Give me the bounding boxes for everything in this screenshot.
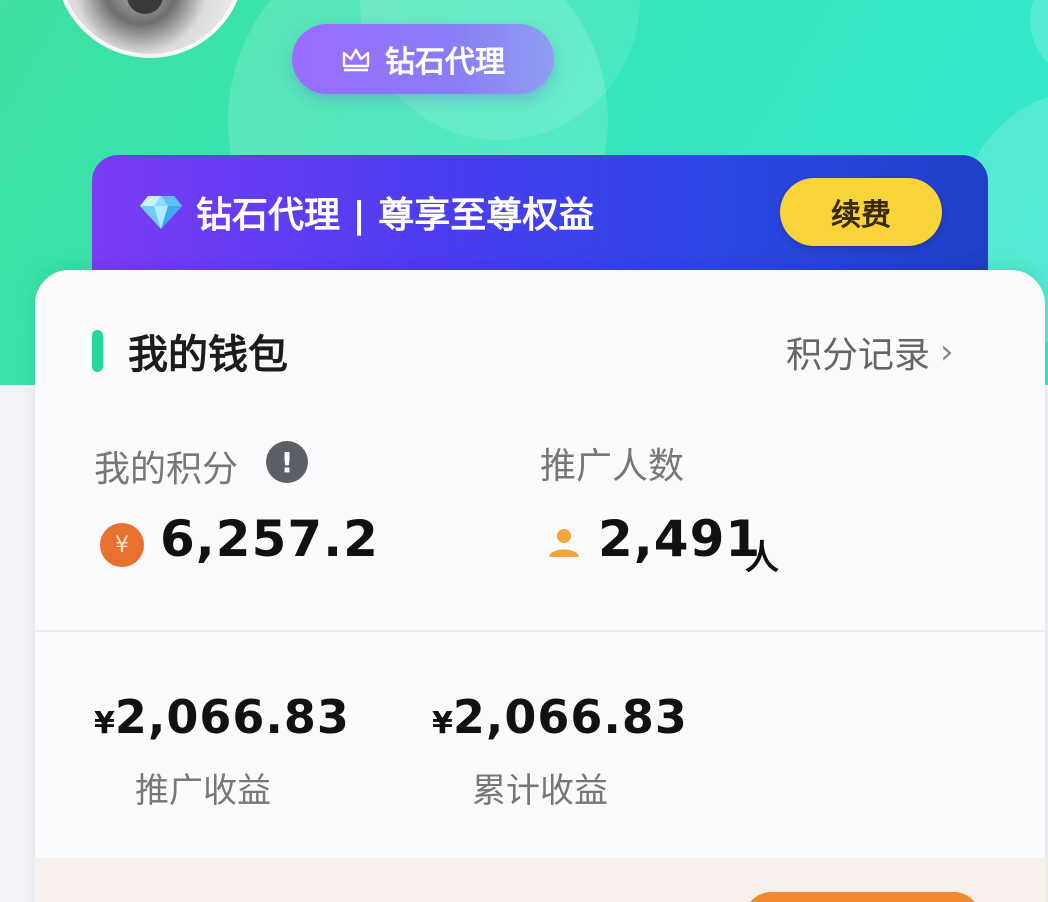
level-badge[interactable]: 钻石代理 [292, 24, 554, 94]
vip-banner-title-row: 钻石代理 | 尊享至尊权益 [138, 185, 594, 239]
next-section-button[interactable] [745, 892, 980, 902]
coin-symbol: ¥ [115, 532, 129, 558]
level-badge-label: 钻石代理 [385, 45, 505, 80]
wallet-title: 我的钱包 [128, 332, 288, 378]
referrals-unit: 人 [745, 538, 779, 578]
decor-bubble [1030, 0, 1048, 80]
renew-button[interactable]: 续费 [780, 178, 942, 246]
vip-banner-title: 钻石代理 | 尊享至尊权益 [196, 195, 595, 236]
chevron-right-icon: › [940, 332, 954, 372]
total-earnings-label: 累计收益 [472, 771, 608, 811]
currency-symbol: ¥ [432, 706, 453, 741]
coin-icon: ¥ [100, 523, 144, 567]
info-icon[interactable]: ! [266, 441, 308, 483]
divider [35, 630, 1045, 632]
section-accent-bar [92, 330, 103, 372]
referrals-label: 推广人数 [540, 446, 685, 487]
points-record-link[interactable]: 积分记录 › [786, 326, 954, 378]
person-icon [549, 529, 579, 557]
avatar-photo-detail [127, 0, 163, 14]
total-earnings-value: 2,066.83 [452, 690, 688, 744]
promo-earnings-value: 2,066.83 [114, 690, 350, 744]
referrals-value: 2,491 [598, 510, 762, 568]
crown-icon [342, 48, 370, 72]
promo-earnings-amount: ¥2,066.83 [94, 690, 350, 744]
total-earnings-amount: ¥2,066.83 [432, 690, 688, 744]
currency-symbol: ¥ [94, 706, 115, 741]
points-value: 6,257.2 [160, 510, 379, 568]
points-record-label: 积分记录 [786, 335, 931, 376]
promo-earnings-label: 推广收益 [135, 771, 271, 811]
diamond-icon [140, 196, 182, 229]
points-label: 我的积分 [94, 449, 239, 490]
